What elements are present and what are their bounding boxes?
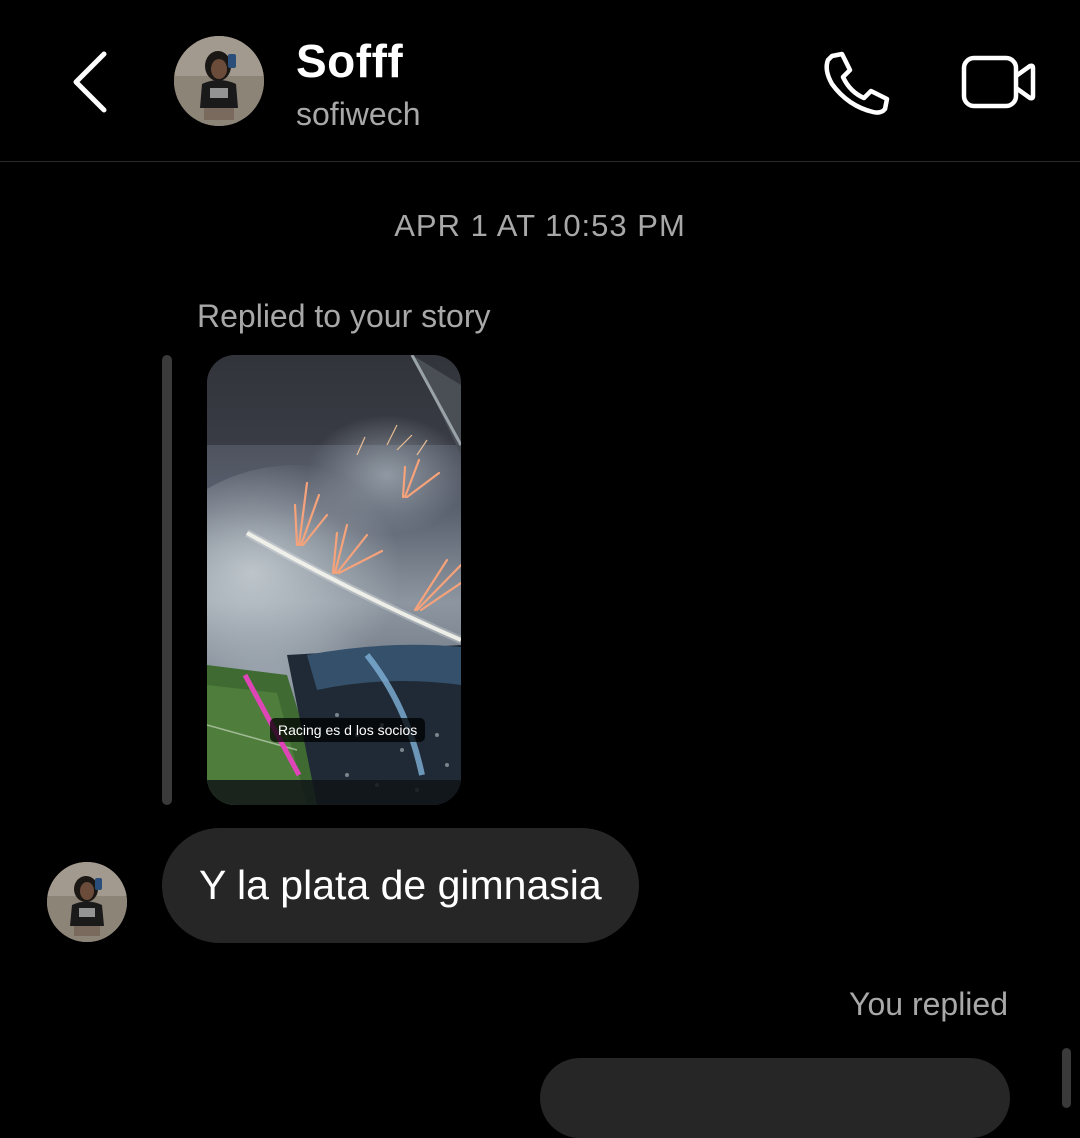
contact-avatar[interactable] [174,36,264,126]
video-call-button[interactable] [958,50,1038,114]
audio-call-button[interactable] [818,48,894,118]
phone-icon [824,51,890,115]
sender-avatar[interactable] [47,862,127,942]
story-reply-label: Replied to your story [197,298,491,334]
avatar-photo-icon [47,862,127,942]
avatar-photo-icon [174,36,264,126]
outgoing-message-bubble[interactable] [540,1058,1010,1138]
message-timestamp: APR 1 AT 10:53 PM [394,208,686,243]
incoming-message-bubble[interactable]: Y la plata de gimnasia [162,828,639,943]
message-text: Y la plata de gimnasia [199,862,602,908]
contact-username[interactable]: sofiwech [296,96,421,133]
chat-header: Sofff sofiwech [0,0,1080,162]
reply-indicator-bar [162,355,172,805]
back-button[interactable] [60,42,120,122]
story-caption: Racing es d los socios [270,718,426,742]
contact-name[interactable]: Sofff [296,34,403,88]
video-camera-icon [961,55,1036,109]
chevron-left-icon [73,51,107,113]
you-replied-label: You replied [849,986,1008,1022]
reply-indicator-bar [1062,1048,1071,1108]
